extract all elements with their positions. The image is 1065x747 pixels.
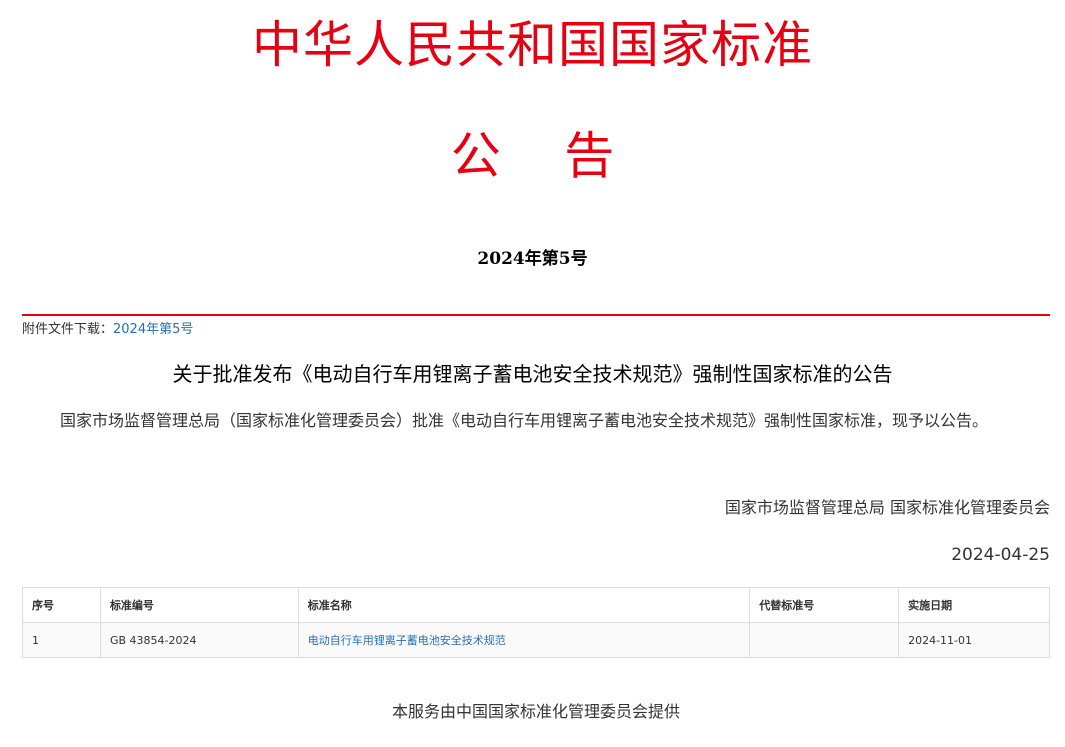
notice-body: 国家市场监督管理总局（国家标准化管理委员会）批准《电动自行车用锂离子蓄电池安全技… xyxy=(60,411,989,430)
cell-replaced-standard xyxy=(749,622,900,658)
cell-implementation-date: 2024-11-01 xyxy=(898,622,1050,658)
document-number: 2024年第5号 xyxy=(477,249,588,269)
issue-date: 2024-04-25 xyxy=(951,545,1050,565)
gazette-title: 中华人民共和国国家标准 xyxy=(252,16,813,74)
gazette-subtitle: 公 告 xyxy=(450,127,615,185)
header-serial-number: 序号 xyxy=(22,587,101,623)
header-standard-number: 标准编号 xyxy=(99,587,299,623)
standards-table: 序号 标准编号 标准名称 代替标准号 实施日期 1 GB 43854-2024 … xyxy=(22,587,1050,658)
notice-title: 关于批准发布《电动自行车用锂离子蓄电池安全技术规范》强制性国家标准的公告 xyxy=(172,362,893,386)
cell-standard-number: GB 43854-2024 xyxy=(99,622,299,658)
cell-serial-number: 1 xyxy=(22,622,101,658)
header-implementation-date: 实施日期 xyxy=(898,587,1050,623)
header-replaced-standard: 代替标准号 xyxy=(749,587,900,623)
attachment-link[interactable]: 2024年第5号 xyxy=(113,322,193,337)
issuing-authority: 国家市场监督管理总局 国家标准化管理委员会 xyxy=(724,498,1050,517)
header-standard-name: 标准名称 xyxy=(297,587,751,623)
attachment-label: 附件文件下载： xyxy=(22,322,114,337)
attachment-download: 附件文件下载：2024年第5号 xyxy=(22,318,193,337)
footer-text: 本服务由中国国家标准化管理委员会提供 xyxy=(391,702,680,721)
red-divider xyxy=(22,314,1050,316)
table-header-row: 序号 标准编号 标准名称 代替标准号 实施日期 xyxy=(22,587,1050,623)
standard-name-link[interactable]: 电动自行车用锂离子蓄电池安全技术规范 xyxy=(297,622,751,658)
table-row: 1 GB 43854-2024 电动自行车用锂离子蓄电池安全技术规范 2024-… xyxy=(22,622,1050,658)
